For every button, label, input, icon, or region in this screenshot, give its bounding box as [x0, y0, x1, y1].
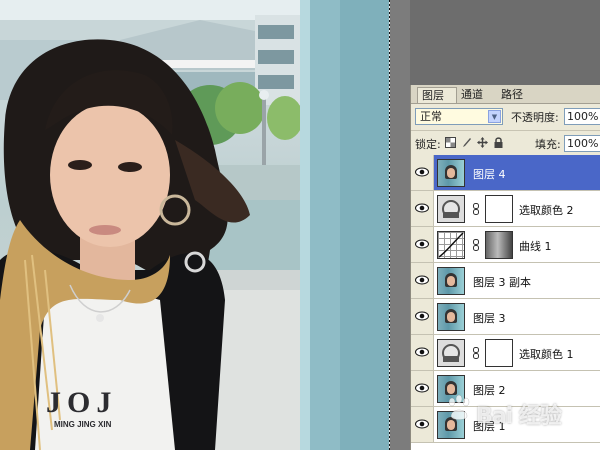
- layer-mask-thumbnail[interactable]: [485, 195, 513, 223]
- layer-thumbnail: [437, 267, 465, 295]
- layer-name: 选取颜色 1: [519, 348, 574, 361]
- panel-tab-bar: 图层 通道 路径: [411, 85, 600, 104]
- layer-name: 图层 4: [473, 168, 506, 181]
- layer-row[interactable]: 图层 3 副本: [411, 263, 600, 299]
- layer-thumbnail: [437, 303, 465, 331]
- layer-row[interactable]: 曲线 1: [411, 227, 600, 263]
- opacity-input[interactable]: 100%: [564, 108, 600, 125]
- eye-icon: [415, 239, 429, 249]
- layer-thumbnail: [437, 159, 465, 187]
- curves-adjustment-icon: [437, 231, 465, 259]
- layer-name: 图层 3: [473, 312, 506, 325]
- lock-paint-icon[interactable]: [461, 137, 472, 148]
- blend-mode-value: 正常: [420, 110, 442, 123]
- layer-row[interactable]: 图层 1: [411, 407, 600, 443]
- visibility-toggle[interactable]: [411, 299, 434, 334]
- eye-icon: [415, 347, 429, 357]
- shirt-text: JOJ: [46, 386, 118, 419]
- visibility-toggle[interactable]: [411, 263, 434, 298]
- lock-move-icon[interactable]: [477, 137, 488, 148]
- visibility-toggle[interactable]: [411, 371, 434, 406]
- tab-layers[interactable]: 图层: [417, 87, 457, 103]
- curve-line-icon: [438, 232, 464, 258]
- layer-mask-thumbnail[interactable]: [485, 231, 513, 259]
- chain-link-icon[interactable]: [473, 239, 479, 251]
- selective-color-adjustment-icon: [437, 195, 465, 223]
- layer-name: 曲线 1: [519, 240, 552, 253]
- visibility-toggle[interactable]: [411, 155, 434, 190]
- eye-icon: [415, 419, 429, 429]
- layer-list: 图层 4 选取颜色 2 曲线 1 图层 3 副本 图层 3 选取颜色 1 图层 …: [411, 155, 600, 450]
- lock-label: 锁定:: [415, 138, 441, 151]
- layer-name: 图层 3 副本: [473, 276, 531, 289]
- layer-name: 图层 2: [473, 384, 506, 397]
- layers-panel: 图层 通道 路径 正常 ▼ 不透明度: 100% 锁定: 填充: 100% 图层…: [410, 85, 600, 450]
- tab-paths[interactable]: 路径: [497, 87, 541, 103]
- visibility-toggle[interactable]: [411, 191, 434, 226]
- blend-row: 正常 ▼ 不透明度: 100%: [411, 105, 600, 129]
- shirt-small-text: MING JING XIN: [54, 420, 112, 429]
- selective-color-adjustment-icon: [437, 339, 465, 367]
- eye-icon: [415, 311, 429, 321]
- layer-mask-thumbnail[interactable]: [485, 339, 513, 367]
- chain-link-icon[interactable]: [473, 203, 479, 215]
- eye-icon: [415, 275, 429, 285]
- layer-thumbnail: [437, 411, 465, 439]
- photo-image: JOJ MING JING XIN: [0, 0, 389, 450]
- layer-row[interactable]: 图层 2: [411, 371, 600, 407]
- document-canvas[interactable]: JOJ MING JING XIN: [0, 0, 410, 450]
- blend-mode-select[interactable]: 正常 ▼: [415, 108, 503, 125]
- layer-row[interactable]: 选取颜色 2: [411, 191, 600, 227]
- layer-row[interactable]: 图层 3: [411, 299, 600, 335]
- chain-link-icon[interactable]: [473, 347, 479, 359]
- visibility-toggle[interactable]: [411, 227, 434, 262]
- eye-icon: [415, 383, 429, 393]
- canvas-border: [389, 0, 410, 450]
- visibility-toggle[interactable]: [411, 335, 434, 370]
- lock-row: 锁定: 填充: 100%: [411, 130, 600, 155]
- layer-name: 选取颜色 2: [519, 204, 574, 217]
- lock-all-icon[interactable]: [493, 137, 504, 148]
- dropdown-arrow-icon[interactable]: ▼: [488, 110, 501, 123]
- photo-illustration: [0, 0, 389, 450]
- layer-thumbnail: [437, 375, 465, 403]
- fill-input[interactable]: 100%: [564, 135, 600, 152]
- eye-icon: [415, 203, 429, 213]
- layer-name: 图层 1: [473, 420, 506, 433]
- eye-icon: [415, 167, 429, 177]
- layer-row[interactable]: 选取颜色 1: [411, 335, 600, 371]
- tab-channels[interactable]: 通道: [457, 87, 497, 103]
- fill-label: 填充:: [535, 138, 561, 151]
- lock-transparency-icon[interactable]: [445, 137, 456, 148]
- layer-row[interactable]: 图层 4: [411, 155, 600, 191]
- opacity-label: 不透明度:: [511, 111, 559, 124]
- visibility-toggle[interactable]: [411, 407, 434, 442]
